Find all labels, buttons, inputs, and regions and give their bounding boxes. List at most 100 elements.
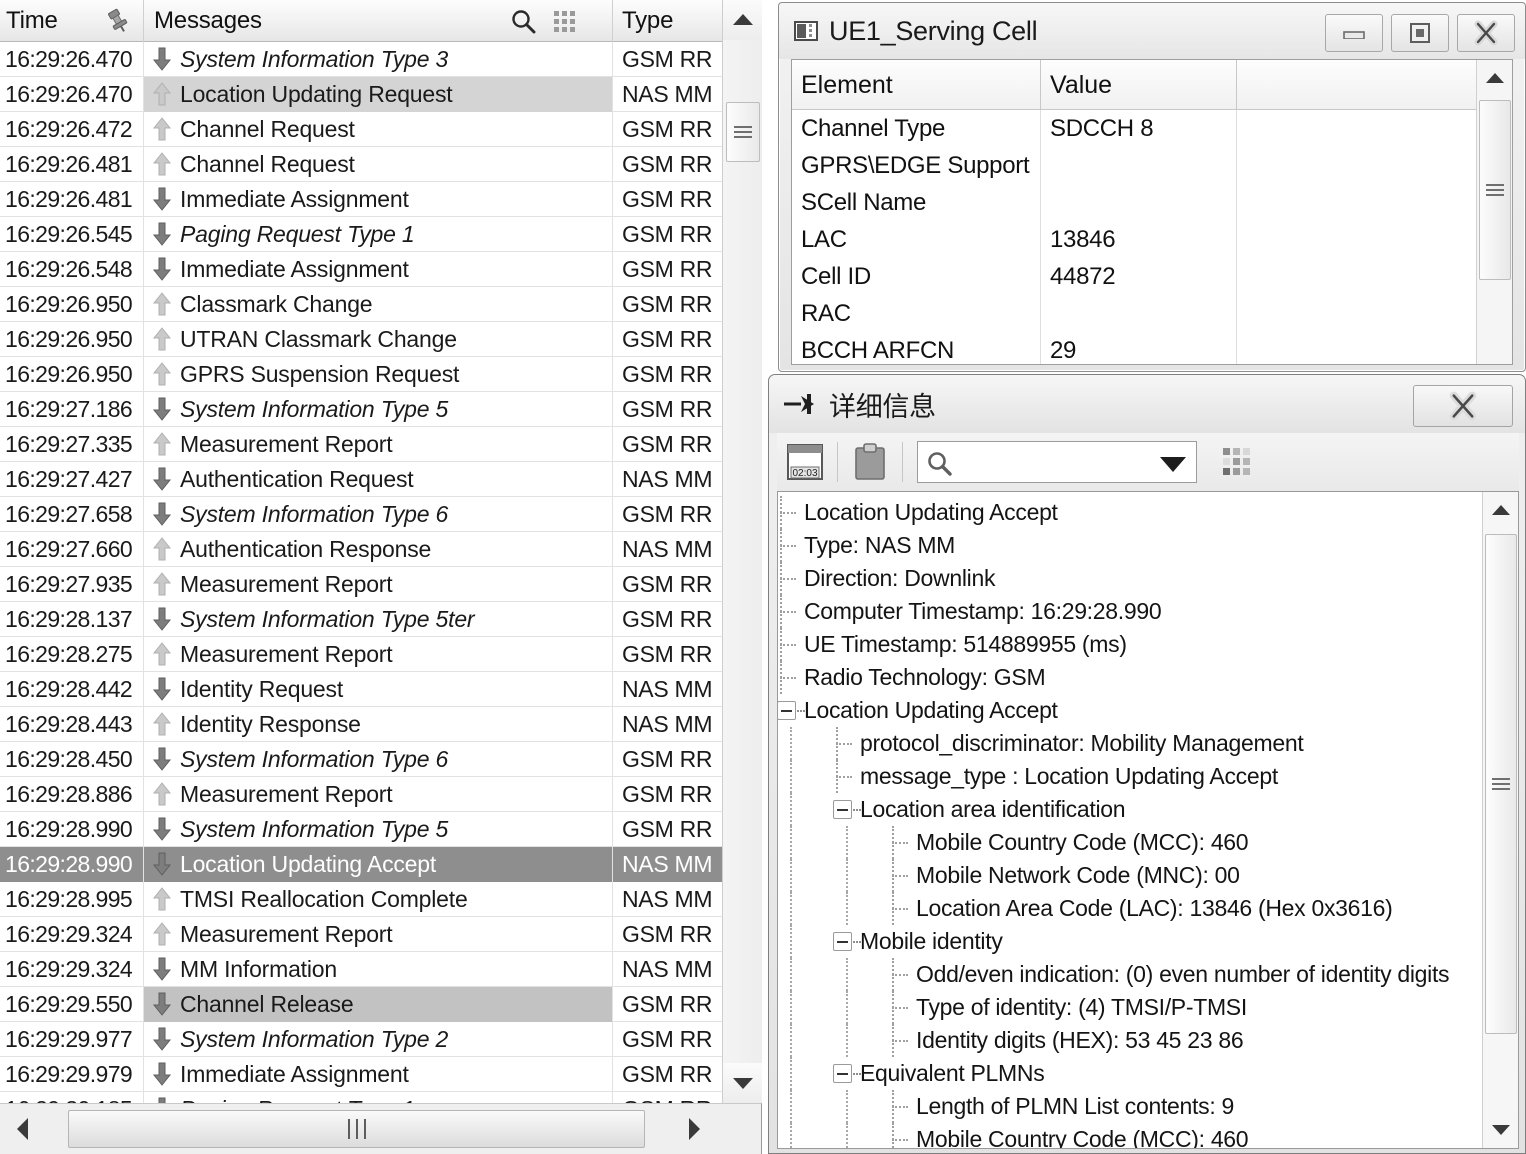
scrollbar-thumb[interactable] bbox=[1485, 534, 1517, 1034]
table-row[interactable]: RAC bbox=[792, 295, 1512, 332]
tree-node-expandable[interactable]: Location Updating Accept bbox=[778, 694, 1484, 727]
scroll-up-button[interactable] bbox=[1483, 492, 1518, 528]
detail-scrollbar[interactable] bbox=[1482, 492, 1518, 1148]
scroll-right-button[interactable] bbox=[675, 1108, 715, 1150]
table-row[interactable]: 16:29:29.324 Measurement Report GSM RR bbox=[0, 916, 722, 952]
tree-collapse-toggle-icon[interactable] bbox=[778, 694, 805, 727]
message-list-vertical-scrollbar[interactable] bbox=[722, 0, 762, 1103]
table-row[interactable]: 16:29:27.427 Authentication Request NAS MM bbox=[0, 461, 722, 497]
table-row[interactable]: BCCH ARFCN 29 bbox=[792, 332, 1512, 364]
maximize-button[interactable] bbox=[1391, 14, 1449, 52]
grid-icon[interactable] bbox=[554, 10, 576, 33]
tree-node-expandable[interactable]: Location area identification bbox=[778, 793, 1484, 826]
tree-node[interactable]: UE Timestamp: 514889955 (ms) bbox=[778, 628, 1484, 661]
table-row[interactable]: 16:29:26.950 UTRAN Classmark Change GSM RR bbox=[0, 321, 722, 357]
tree-node[interactable]: Mobile Country Code (MCC): 460 bbox=[778, 1123, 1484, 1148]
table-row[interactable]: 16:29:27.335 Measurement Report GSM RR bbox=[0, 426, 722, 462]
table-row[interactable]: 16:29:28.990 System Information Type 5 GSM… bbox=[0, 811, 722, 847]
tree-collapse-toggle-icon[interactable] bbox=[833, 925, 861, 958]
scrollbar-thumb[interactable] bbox=[726, 102, 760, 162]
table-row[interactable]: 16:29:28.990 Location Updating Accept NAS … bbox=[0, 846, 722, 882]
table-row[interactable]: 16:29:28.275 Measurement Report GSM RR bbox=[0, 636, 722, 672]
chevron-down-icon[interactable] bbox=[1160, 457, 1186, 472]
table-row[interactable]: 16:29:28.443 Identity Response NAS MM bbox=[0, 706, 722, 742]
table-row[interactable]: 16:29:26.470 Location Updating Request NAS… bbox=[0, 76, 722, 112]
table-row[interactable]: 16:29:28.450 System Information Type 6 GSM… bbox=[0, 741, 722, 777]
table-row[interactable]: 16:29:29.977 System Information Type 2 GSM… bbox=[0, 1021, 722, 1057]
cell-column-header-value[interactable]: Value bbox=[1040, 60, 1236, 110]
serving-cell-scrollbar[interactable] bbox=[1476, 60, 1512, 364]
grid-icon[interactable] bbox=[1223, 448, 1251, 476]
table-row[interactable]: 16:29:28.886 Measurement Report GSM RR bbox=[0, 776, 722, 812]
timestamp-icon[interactable]: 02:03 bbox=[777, 438, 833, 486]
table-row[interactable]: 16:29:29.550 Channel Release GSM RR bbox=[0, 986, 722, 1022]
scroll-down-button[interactable] bbox=[1483, 1112, 1518, 1148]
table-row[interactable]: 16:29:28.442 Identity Request NAS MM bbox=[0, 671, 722, 707]
close-button[interactable] bbox=[1457, 14, 1515, 52]
tree-collapse-toggle-icon[interactable] bbox=[833, 793, 861, 826]
table-row[interactable]: 16:29:28.995 TMSI Reallocation Complete NA… bbox=[0, 881, 722, 917]
table-row[interactable]: 16:29:26.472 Channel Request GSM RR bbox=[0, 111, 722, 147]
message-list-horizontal-scrollbar[interactable] bbox=[0, 1103, 762, 1154]
table-row[interactable]: Channel Type SDCCH 8 bbox=[792, 110, 1512, 147]
tree-node-expandable[interactable]: Equivalent PLMNs bbox=[778, 1057, 1484, 1090]
message-rows[interactable]: 16:29:26.470 System Information Type 3 GSM… bbox=[0, 42, 722, 1103]
table-row[interactable]: 16:29:26.950 Classmark Change GSM RR bbox=[0, 286, 722, 322]
tree-node[interactable]: Length of PLMN List contents: 9 bbox=[778, 1090, 1484, 1123]
column-header-messages[interactable]: Messages bbox=[143, 0, 612, 42]
tree-collapse-toggle-icon[interactable] bbox=[833, 1057, 861, 1090]
table-row[interactable]: 16:29:27.186 System Information Type 5 GSM… bbox=[0, 391, 722, 427]
tree-node[interactable]: protocol_discriminator: Mobility Managem… bbox=[778, 727, 1484, 760]
detail-titlebar[interactable]: 详细信息 bbox=[769, 375, 1525, 433]
cell-column-header-blank[interactable] bbox=[1236, 60, 1470, 110]
tree-node[interactable]: Location Area Code (LAC): 13846 (Hex 0x3… bbox=[778, 892, 1484, 925]
close-button[interactable] bbox=[1413, 385, 1513, 427]
tree-node[interactable]: Location Updating Accept bbox=[778, 496, 1484, 529]
tree-node[interactable]: Odd/even indication: (0) even number of … bbox=[778, 958, 1484, 991]
column-header-time[interactable]: Time bbox=[0, 0, 143, 42]
tree-node[interactable]: Direction: Downlink bbox=[778, 562, 1484, 595]
tree-node[interactable]: Type: NAS MM bbox=[778, 529, 1484, 562]
detail-search-box[interactable] bbox=[917, 441, 1197, 483]
table-row[interactable]: 16:29:30.185 Paging Request Type 1 GSM RR bbox=[0, 1091, 722, 1103]
table-row[interactable]: LAC 13846 bbox=[792, 221, 1512, 258]
column-header-type[interactable]: Type bbox=[612, 0, 722, 42]
tree-node[interactable]: message_type : Location Updating Accept bbox=[778, 760, 1484, 793]
scrollbar-thumb[interactable] bbox=[1479, 100, 1511, 280]
cell-column-header-element[interactable]: Element bbox=[792, 60, 1040, 110]
scroll-up-button[interactable] bbox=[1477, 60, 1512, 96]
horizontal-scrollbar-thumb[interactable] bbox=[68, 1110, 645, 1148]
tree-node[interactable]: Identity digits (HEX): 53 45 23 86 bbox=[778, 1024, 1484, 1057]
tree-node[interactable]: Type of identity: (4) TMSI/P-TMSI bbox=[778, 991, 1484, 1024]
pin-icon[interactable] bbox=[105, 8, 131, 34]
table-row[interactable]: 16:29:26.470 System Information Type 3 GSM… bbox=[0, 42, 722, 77]
table-row[interactable]: SCell Name bbox=[792, 184, 1512, 221]
scroll-down-button[interactable] bbox=[723, 1063, 762, 1103]
search-input[interactable] bbox=[956, 443, 1146, 481]
search-icon[interactable] bbox=[510, 8, 536, 34]
table-row[interactable]: GPRS\EDGE Support bbox=[792, 147, 1512, 184]
detail-tree[interactable]: Location Updating Accept Type: NAS MM Dire… bbox=[778, 492, 1484, 1148]
tree-node[interactable]: Computer Timestamp: 16:29:28.990 bbox=[778, 595, 1484, 628]
table-row[interactable]: 16:29:26.545 Paging Request Type 1 GSM RR bbox=[0, 216, 722, 252]
tree-node-expandable[interactable]: Mobile identity bbox=[778, 925, 1484, 958]
serving-cell-titlebar[interactable]: UE1_Serving Cell bbox=[779, 3, 1525, 59]
clipboard-icon[interactable] bbox=[842, 438, 898, 486]
table-row[interactable]: 16:29:27.660 Authentication Response NAS M… bbox=[0, 531, 722, 567]
table-row[interactable]: 16:29:26.950 GPRS Suspension Request GSM R… bbox=[0, 356, 722, 392]
table-row[interactable]: Cell ID 44872 bbox=[792, 258, 1512, 295]
tree-node[interactable]: Radio Technology: GSM bbox=[778, 661, 1484, 694]
table-row[interactable]: 16:29:28.137 System Information Type 5ter… bbox=[0, 601, 722, 637]
table-row[interactable]: 16:29:27.935 Measurement Report GSM RR bbox=[0, 566, 722, 602]
table-row[interactable]: 16:29:29.324 MM Information NAS MM bbox=[0, 951, 722, 987]
minimize-button[interactable] bbox=[1325, 14, 1383, 52]
table-row[interactable]: 16:29:26.481 Channel Request GSM RR bbox=[0, 146, 722, 182]
table-row[interactable]: 16:29:27.658 System Information Type 6 GSM… bbox=[0, 496, 722, 532]
scroll-left-button[interactable] bbox=[2, 1108, 42, 1150]
table-row[interactable]: 16:29:26.481 Immediate Assignment GSM RR bbox=[0, 181, 722, 217]
tree-node[interactable]: Mobile Network Code (MNC): 00 bbox=[778, 859, 1484, 892]
table-row[interactable]: 16:29:26.548 Immediate Assignment GSM RR bbox=[0, 251, 722, 287]
table-row[interactable]: 16:29:29.979 Immediate Assignment GSM RR bbox=[0, 1056, 722, 1092]
tree-node[interactable]: Mobile Country Code (MCC): 460 bbox=[778, 826, 1484, 859]
scroll-up-button[interactable] bbox=[723, 0, 762, 40]
